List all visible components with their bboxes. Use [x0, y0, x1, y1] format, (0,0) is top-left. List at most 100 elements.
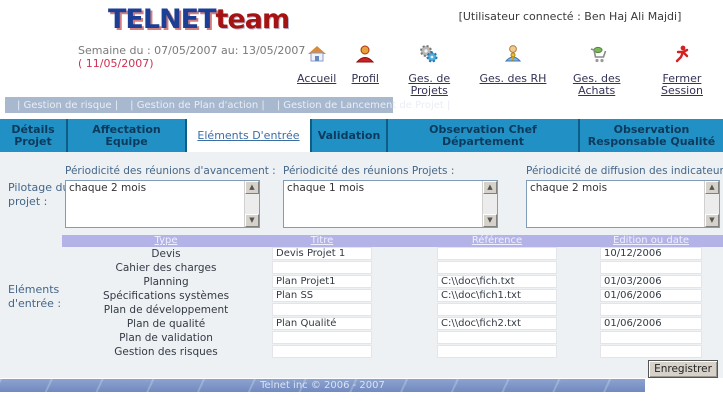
titre-input[interactable]	[272, 261, 372, 274]
reference-input[interactable]	[437, 289, 557, 302]
table-row: Plan de qualité	[0, 317, 723, 331]
scrollbar[interactable]: ▲ ▼	[482, 181, 497, 227]
logo-telnet: TELNET	[108, 4, 217, 35]
reference-input[interactable]	[437, 275, 557, 288]
reference-input[interactable]	[437, 303, 557, 316]
week-dates: Semaine du : 07/05/2007 au: 13/05/2007	[78, 44, 306, 57]
tab-validation[interactable]: Validation	[312, 119, 388, 152]
field-label: Périodicité des réunions d'avancement :	[65, 165, 276, 177]
reference-input[interactable]	[437, 247, 557, 260]
scroll-up-icon[interactable]: ▲	[483, 181, 497, 194]
row-type-label: Planning	[143, 276, 189, 288]
menu-label: Profil	[351, 72, 379, 85]
edition-input[interactable]	[600, 331, 702, 344]
tab-affectation-equipe[interactable]: Affectation Equipe	[68, 119, 187, 152]
edition-input[interactable]	[600, 275, 702, 288]
pilotage-section-label: Pilotage du projet :	[8, 181, 70, 208]
titre-input[interactable]	[272, 317, 372, 330]
column-header-edition[interactable]: Edition ou date	[600, 235, 702, 247]
table-row: Gestion des risques	[0, 345, 723, 359]
week-range-label: Semaine du : 07/05/2007 au: 13/05/2007 (…	[78, 44, 305, 70]
titre-input[interactable]	[272, 289, 372, 302]
menu-item-ges-rh[interactable]: Ges. des RH	[479, 44, 547, 97]
column-header-reference[interactable]: Référence	[437, 235, 557, 247]
save-button[interactable]: Enregistrer	[648, 360, 718, 378]
row-type-label: Devis	[151, 248, 181, 260]
cart-icon	[587, 44, 607, 64]
scroll-down-icon[interactable]: ▼	[245, 214, 259, 227]
row-type-label: Gestion des risques	[114, 346, 218, 358]
menu-label: Ges. de Projets	[408, 72, 451, 97]
field-label: Périodicité des réunions Projets :	[283, 165, 455, 177]
exit-icon	[672, 44, 692, 64]
table-row: Devis	[0, 247, 723, 261]
logo-team: team	[215, 4, 291, 35]
copyright-label: Telnet inc © 2006 - 2007	[260, 380, 385, 391]
nav-gestion-lancement[interactable]: | Gestion de Lancement de Projet |	[277, 100, 451, 111]
reference-input[interactable]	[437, 345, 557, 358]
table-row: Plan de validation	[0, 331, 723, 345]
titre-input[interactable]	[272, 275, 372, 288]
menu-label: Fermer Session	[660, 72, 703, 97]
menu-item-ges-achats[interactable]: Ges. des Achats	[562, 44, 632, 97]
edition-input[interactable]	[600, 345, 702, 358]
row-type-label: Plan de qualité	[126, 318, 206, 330]
edition-input[interactable]	[600, 317, 702, 330]
menu-item-accueil[interactable]: Accueil	[297, 44, 336, 97]
reunions-projets-textarea[interactable]: chaque 1 mois	[284, 181, 482, 227]
field-reunions-avancement: Périodicité des réunions d'avancement : …	[65, 165, 276, 228]
titre-input[interactable]	[272, 345, 372, 358]
scroll-up-icon[interactable]: ▲	[705, 181, 719, 194]
reference-input[interactable]	[437, 317, 557, 330]
elements-table: Devis Cahier des charges Planning Spécif…	[0, 247, 723, 359]
current-date: ( 11/05/2007)	[78, 57, 154, 70]
edition-input[interactable]	[600, 261, 702, 274]
row-type-label: Spécifications systèmes	[102, 290, 230, 302]
row-type-label: Plan de validation	[119, 332, 213, 344]
tab-elements-entree[interactable]: Eléments D'entrée	[187, 119, 312, 152]
scroll-up-icon[interactable]: ▲	[245, 181, 259, 194]
person-key-icon	[503, 44, 523, 64]
table-row: Spécifications systèmes	[0, 289, 723, 303]
menu-item-ges-projets[interactable]: Ges. de Projets	[394, 44, 464, 97]
menu-item-profil[interactable]: Profil	[352, 44, 379, 97]
scroll-down-icon[interactable]: ▼	[483, 214, 497, 227]
column-header-titre[interactable]: Titre	[272, 235, 372, 247]
menu-label: Ges. des Achats	[572, 72, 621, 97]
menu-label: Ges. des RH	[479, 72, 547, 85]
table-row: Cahier des charges	[0, 261, 723, 275]
reference-input[interactable]	[437, 261, 557, 274]
scrollbar[interactable]: ▲ ▼	[244, 181, 259, 227]
edition-input[interactable]	[600, 303, 702, 316]
scroll-down-icon[interactable]: ▼	[705, 214, 719, 227]
row-type-label: Plan de développement	[103, 304, 229, 316]
secondary-nav: | Gestion de risque | | Gestion de Plan …	[5, 97, 450, 113]
nav-gestion-risque[interactable]: | Gestion de risque |	[17, 100, 118, 111]
table-row: Planning	[0, 275, 723, 289]
scrollbar[interactable]: ▲ ▼	[704, 181, 719, 227]
telnet-team-logo: TELNETteam	[108, 4, 291, 35]
field-diffusion-indicateurs: Périodicité de diffusion des indicateurs…	[526, 165, 723, 228]
reunions-avancement-textarea[interactable]: chaque 2 mois	[66, 181, 244, 227]
top-menu: Accueil Profil Ges. de Projets Ges. des …	[297, 44, 717, 97]
titre-input[interactable]	[272, 331, 372, 344]
connected-user-label: [Utilisateur connecté : Ben Haj Ali Majd…	[458, 10, 682, 23]
field-reunions-projets: Périodicité des réunions Projets : chaqu…	[283, 165, 498, 228]
titre-input[interactable]	[272, 247, 372, 260]
table-header: Type Titre Référence Edition ou date	[62, 235, 723, 247]
row-type-label: Cahier des charges	[115, 262, 217, 274]
table-row: Plan de développement	[0, 303, 723, 317]
edition-input[interactable]	[600, 289, 702, 302]
gears-icon	[419, 44, 439, 64]
edition-input[interactable]	[600, 247, 702, 260]
tab-observation-qualite[interactable]: Observation Responsable Qualité	[580, 119, 723, 152]
menu-item-fermer-session[interactable]: Fermer Session	[647, 44, 717, 97]
tab-bar: Détails Projet Affectation Equipe Elémen…	[0, 119, 723, 152]
tab-details-projet[interactable]: Détails Projet	[0, 119, 68, 152]
nav-gestion-plan-action[interactable]: | Gestion de Plan d'action |	[130, 100, 265, 111]
tab-observation-chef[interactable]: Observation Chef Département	[388, 119, 580, 152]
titre-input[interactable]	[272, 303, 372, 316]
reference-input[interactable]	[437, 331, 557, 344]
column-header-type[interactable]: Type	[62, 235, 270, 247]
diffusion-indicateurs-textarea[interactable]: chaque 2 mois	[527, 181, 704, 227]
